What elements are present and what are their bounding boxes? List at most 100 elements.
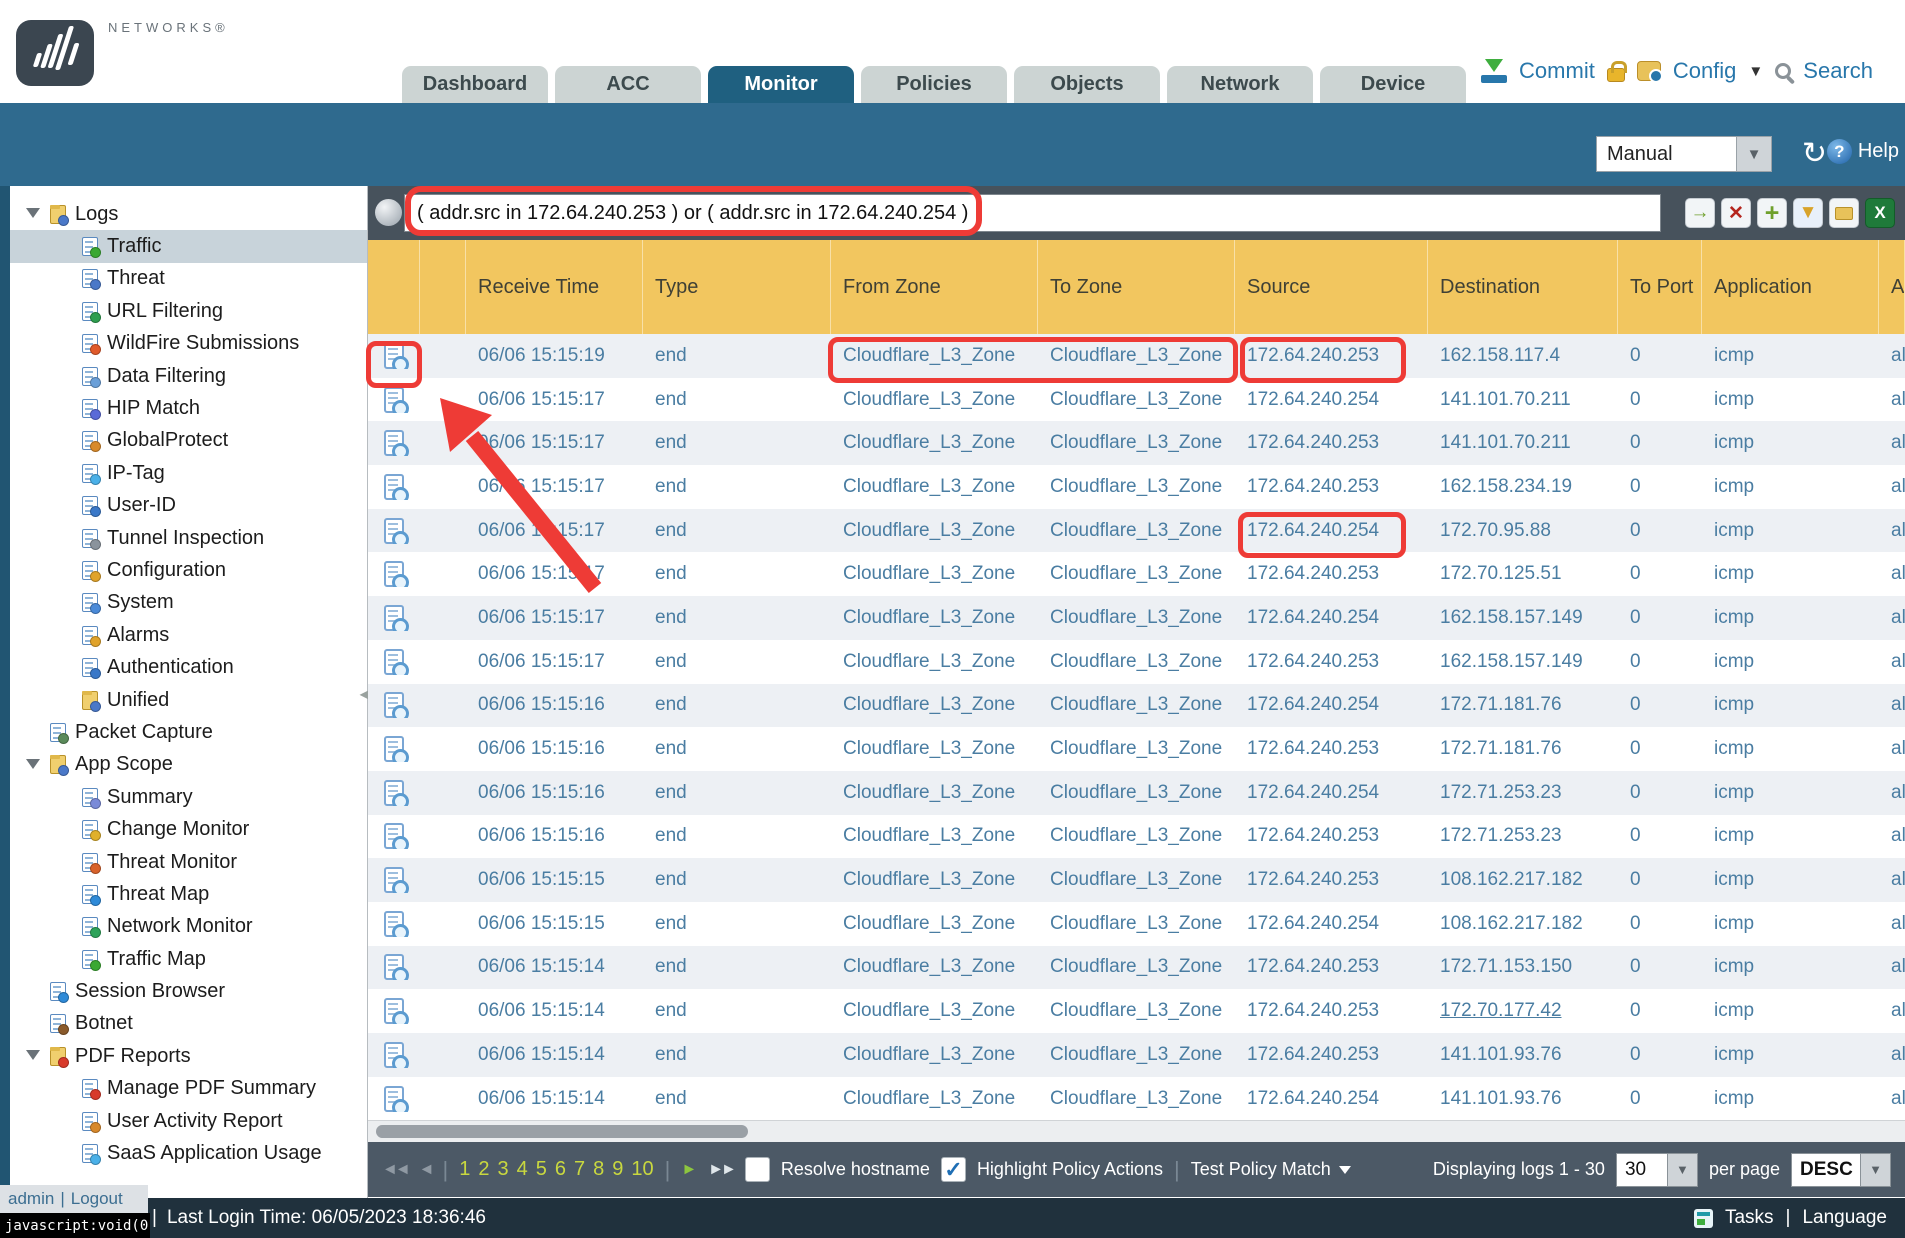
destination-cell[interactable]: 172.71.253.23: [1440, 782, 1562, 803]
page-number[interactable]: 8: [593, 1158, 604, 1181]
sidebar-item[interactable]: Threat Monitor: [10, 846, 367, 878]
sidebar-item[interactable]: Traffic: [10, 230, 367, 262]
log-detail-magnifier-icon[interactable]: [384, 430, 404, 456]
nav-tab[interactable]: Objects: [1014, 66, 1160, 103]
add-filter-icon[interactable]: +: [1757, 198, 1787, 228]
first-page-button[interactable]: ◄◄: [382, 1161, 408, 1179]
column-header[interactable]: To Port: [1618, 240, 1702, 334]
log-detail-magnifier-icon[interactable]: [384, 823, 404, 849]
log-detail-magnifier-icon[interactable]: [384, 998, 404, 1024]
destination-cell[interactable]: 141.101.93.76: [1440, 1088, 1562, 1109]
previous-page-button[interactable]: ◄: [419, 1161, 432, 1179]
help-label[interactable]: Help: [1858, 140, 1899, 163]
next-page-button[interactable]: ►: [681, 1161, 697, 1179]
nav-tab[interactable]: Device: [1320, 66, 1466, 103]
sidebar-item[interactable]: Network Monitor: [10, 911, 367, 943]
log-detail-magnifier-icon[interactable]: [384, 343, 404, 369]
table-row[interactable]: 06/06 15:15:15 end Cloudflare_L3_Zone Cl…: [368, 902, 1905, 946]
sidebar-item[interactable]: System: [10, 587, 367, 619]
table-row[interactable]: 06/06 15:15:17 end Cloudflare_L3_Zone Cl…: [368, 509, 1905, 553]
page-number[interactable]: 3: [497, 1158, 508, 1181]
sidebar-item[interactable]: HIP Match: [10, 392, 367, 424]
page-number[interactable]: 1: [459, 1158, 470, 1181]
sidebar-item[interactable]: WildFire Submissions: [10, 328, 367, 360]
sidebar-item[interactable]: Data Filtering: [10, 360, 367, 392]
column-header[interactable]: From Zone: [831, 240, 1038, 334]
sidebar-item[interactable]: App Scope: [10, 749, 367, 781]
admin-user-label[interactable]: admin: [8, 1189, 54, 1209]
page-number[interactable]: 2: [478, 1158, 489, 1181]
tasks-button[interactable]: Tasks: [1725, 1207, 1774, 1229]
filter-query-input[interactable]: ( addr.src in 172.64.240.253 ) or ( addr…: [404, 194, 1661, 232]
filter-builder-icon[interactable]: ▼: [1793, 198, 1823, 228]
sidebar-item[interactable]: Session Browser: [10, 975, 367, 1007]
sort-order-select[interactable]: DESC ▼: [1791, 1153, 1891, 1187]
log-detail-magnifier-icon[interactable]: [384, 649, 404, 675]
destination-cell[interactable]: 162.158.234.19: [1440, 476, 1572, 497]
destination-cell[interactable]: 172.71.181.76: [1440, 738, 1562, 759]
page-number[interactable]: 6: [555, 1158, 566, 1181]
sidebar-item[interactable]: Packet Capture: [10, 716, 367, 748]
highlight-policy-actions-checkbox[interactable]: [941, 1157, 966, 1182]
log-detail-magnifier-icon[interactable]: [384, 387, 404, 413]
sidebar-item[interactable]: Manage PDF Summary: [10, 1073, 367, 1105]
refresh-icon[interactable]: ↻: [1802, 136, 1827, 172]
table-row[interactable]: 06/06 15:15:17 end Cloudflare_L3_Zone Cl…: [368, 465, 1905, 509]
sidebar-item[interactable]: Tunnel Inspection: [10, 522, 367, 554]
help-icon[interactable]: [1827, 139, 1852, 164]
nav-tab[interactable]: Policies: [861, 66, 1007, 103]
log-detail-magnifier-icon[interactable]: [384, 561, 404, 587]
destination-cell[interactable]: 108.162.217.182: [1440, 913, 1583, 934]
destination-cell[interactable]: 162.158.117.4: [1440, 345, 1560, 366]
log-detail-magnifier-icon[interactable]: [384, 911, 404, 937]
commit-button[interactable]: Commit: [1519, 58, 1595, 84]
per-page-chevron-down-icon[interactable]: ▼: [1668, 1153, 1698, 1187]
page-number[interactable]: 7: [574, 1158, 585, 1181]
tasks-icon[interactable]: [1694, 1209, 1713, 1228]
log-detail-magnifier-icon[interactable]: [384, 954, 404, 980]
sidebar-item[interactable]: Unified: [10, 684, 367, 716]
log-detail-magnifier-icon[interactable]: [384, 780, 404, 806]
table-row[interactable]: 06/06 15:15:17 end Cloudflare_L3_Zone Cl…: [368, 378, 1905, 422]
log-detail-magnifier-icon[interactable]: [384, 692, 404, 718]
clear-filter-icon[interactable]: ✕: [1721, 198, 1751, 228]
table-row[interactable]: 06/06 15:15:17 end Cloudflare_L3_Zone Cl…: [368, 640, 1905, 684]
sidebar-item[interactable]: URL Filtering: [10, 295, 367, 327]
log-detail-magnifier-icon[interactable]: [384, 1086, 404, 1112]
log-detail-magnifier-icon[interactable]: [384, 867, 404, 893]
destination-cell[interactable]: 141.101.93.76: [1440, 1044, 1562, 1065]
sidebar-item[interactable]: SaaS Application Usage: [10, 1137, 367, 1169]
sidebar-item[interactable]: Change Monitor: [10, 813, 367, 845]
search-button[interactable]: Search: [1803, 58, 1873, 84]
column-header[interactable]: [368, 240, 420, 334]
destination-cell[interactable]: 141.101.70.211: [1440, 389, 1571, 410]
destination-cell[interactable]: 108.162.217.182: [1440, 869, 1583, 890]
lock-icon[interactable]: [1607, 68, 1625, 82]
page-number[interactable]: 10: [631, 1158, 653, 1181]
column-header[interactable]: Type: [643, 240, 831, 334]
sidebar-item[interactable]: Botnet: [10, 1008, 367, 1040]
table-row[interactable]: 06/06 15:15:16 end Cloudflare_L3_Zone Cl…: [368, 727, 1905, 771]
table-row[interactable]: 06/06 15:15:16 end Cloudflare_L3_Zone Cl…: [368, 771, 1905, 815]
log-detail-magnifier-icon[interactable]: [384, 474, 404, 500]
column-header[interactable]: A: [1879, 240, 1905, 334]
sidebar-item[interactable]: IP-Tag: [10, 457, 367, 489]
column-header[interactable]: Destination: [1428, 240, 1618, 334]
destination-cell[interactable]: 162.158.157.149: [1440, 651, 1583, 672]
table-row[interactable]: 06/06 15:15:16 end Cloudflare_L3_Zone Cl…: [368, 684, 1905, 728]
refresh-mode-select[interactable]: Manual ▼: [1596, 136, 1772, 172]
table-row[interactable]: 06/06 15:15:14 end Cloudflare_L3_Zone Cl…: [368, 989, 1905, 1033]
log-detail-magnifier-icon[interactable]: [384, 1042, 404, 1068]
config-button[interactable]: Config: [1673, 58, 1737, 84]
test-policy-match-dropdown[interactable]: Test Policy Match: [1191, 1159, 1351, 1180]
resolve-hostname-checkbox[interactable]: [745, 1157, 770, 1182]
column-header[interactable]: Application: [1702, 240, 1879, 334]
export-to-csv-icon[interactable]: X: [1865, 198, 1895, 228]
sidebar-item[interactable]: GlobalProtect: [10, 425, 367, 457]
sidebar-item[interactable]: Threat Map: [10, 878, 367, 910]
load-filter-icon[interactable]: [1829, 198, 1859, 228]
column-header[interactable]: [420, 240, 466, 334]
apply-filter-icon[interactable]: →: [1685, 198, 1715, 228]
destination-cell[interactable]: 172.71.153.150: [1440, 956, 1572, 977]
nav-tab[interactable]: Monitor: [708, 66, 854, 103]
